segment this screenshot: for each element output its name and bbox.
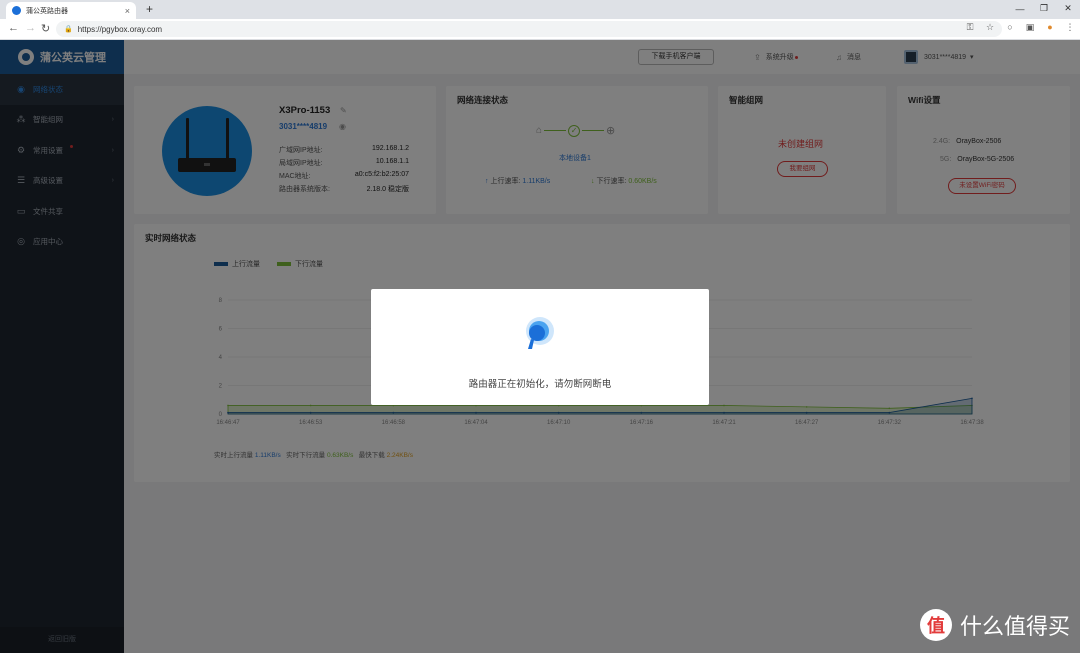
- extension-icons: ⚿ ☆ ○ ▣ ● ⋮: [960, 22, 1080, 33]
- restore-icon[interactable]: ❐: [1032, 0, 1056, 17]
- close-window-icon[interactable]: ✕: [1056, 0, 1080, 17]
- lock-icon: 🔒: [64, 26, 73, 33]
- watermark-logo-icon: 值: [919, 609, 952, 641]
- window-controls: — ❐ ✕: [1008, 0, 1080, 17]
- watermark: 值 什么值得买: [919, 609, 1070, 641]
- profile-icon[interactable]: ●: [1040, 22, 1060, 33]
- close-tab-icon[interactable]: ×: [125, 6, 130, 16]
- dialog-message: 路由器正在初始化，请勿断网断电: [468, 379, 612, 390]
- pgy-loading-icon: [526, 317, 554, 349]
- reload-icon[interactable]: ↻: [41, 22, 50, 35]
- tab-title: 蒲公英路由器: [26, 7, 68, 15]
- extension-square-icon[interactable]: ▣: [1020, 22, 1040, 33]
- url-text: https://pgybox.oray.com: [77, 24, 163, 34]
- key-icon[interactable]: ⚿: [960, 22, 980, 33]
- browser-tab[interactable]: 蒲公英路由器 ×: [6, 2, 136, 19]
- browser-tab-strip: 蒲公英路由器 × + — ❐ ✕: [0, 0, 1080, 19]
- minimize-icon[interactable]: —: [1008, 0, 1032, 17]
- menu-icon[interactable]: ⋮: [1060, 22, 1080, 33]
- favicon-icon: [12, 6, 21, 15]
- browser-toolbar: ← → ↻ 🔒 https://pgybox.oray.com ⚿ ☆ ○ ▣ …: [0, 19, 1080, 40]
- address-bar[interactable]: 🔒 https://pgybox.oray.com: [56, 21, 1002, 37]
- back-icon[interactable]: ←: [8, 22, 19, 34]
- new-tab-button[interactable]: +: [146, 2, 153, 16]
- star-icon[interactable]: ☆: [980, 22, 1000, 33]
- watermark-text: 什么值得买: [959, 614, 1070, 639]
- initializing-dialog: 路由器正在初始化，请勿断网断电: [371, 289, 709, 405]
- forward-icon[interactable]: →: [25, 22, 36, 34]
- extension-circle-icon[interactable]: ○: [1000, 22, 1020, 33]
